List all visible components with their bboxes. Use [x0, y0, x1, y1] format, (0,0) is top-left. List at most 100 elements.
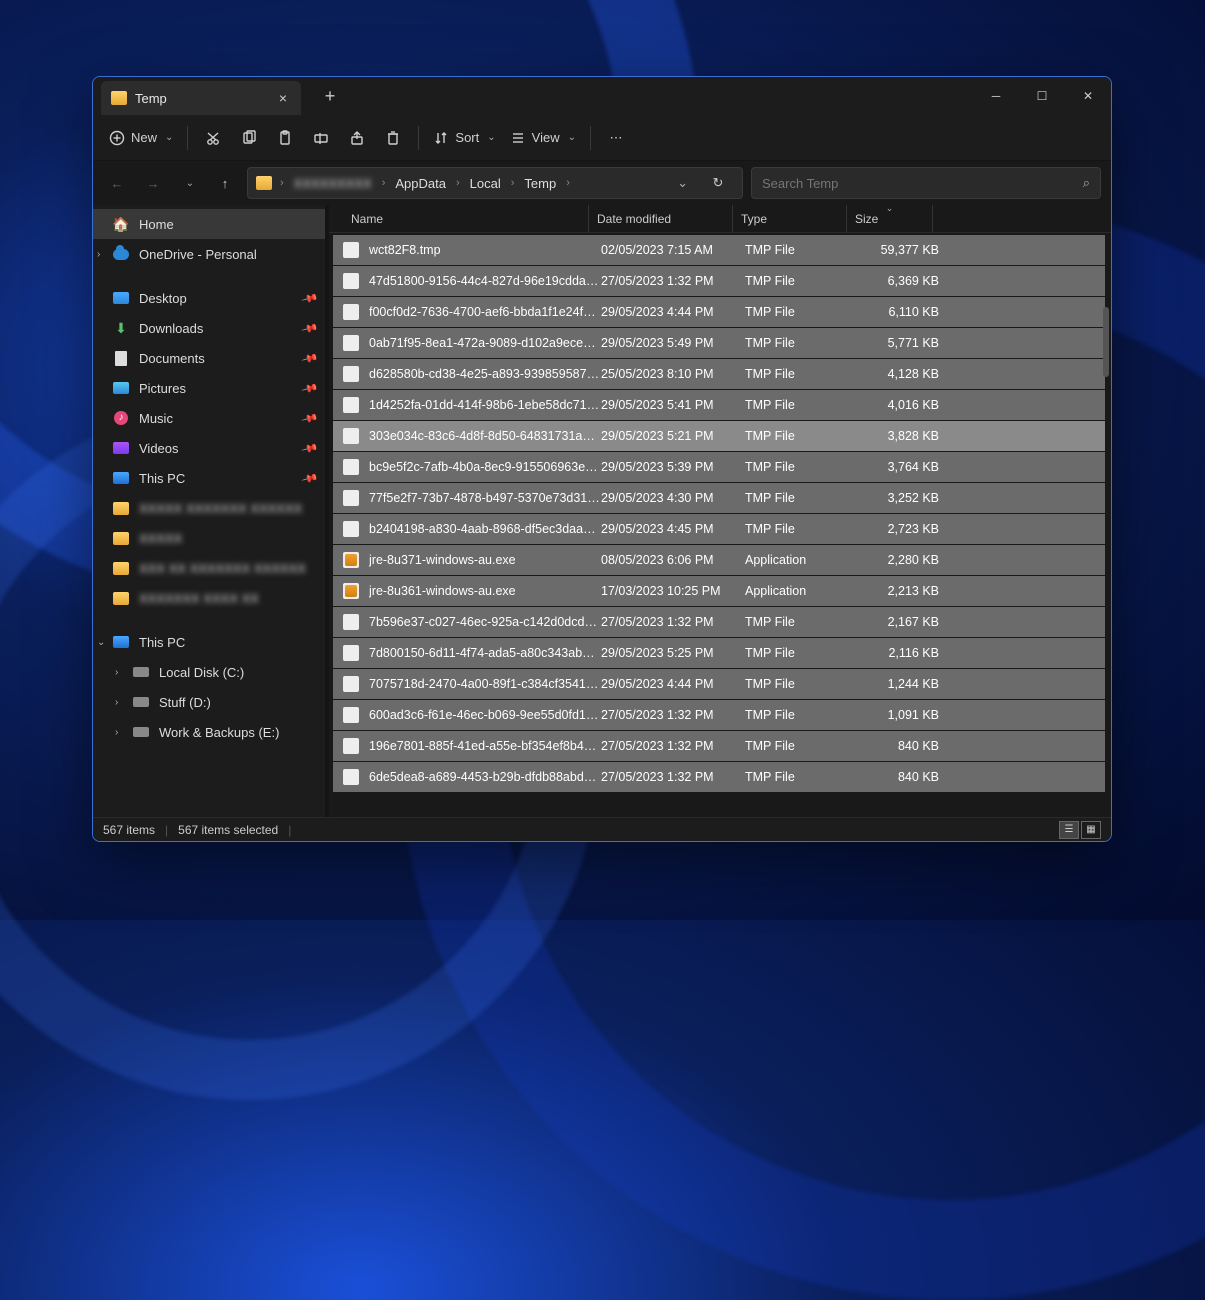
breadcrumb[interactable]: › XXXXXXXXX › AppData › Local › Temp › ⌄… [247, 167, 743, 199]
paste-button[interactable] [268, 121, 302, 155]
share-button[interactable] [340, 121, 374, 155]
table-row[interactable]: 7b596e37-c027-46ec-925a-c142d0dcd58a...2… [333, 607, 1105, 637]
nav-back-button[interactable]: ← [103, 169, 131, 197]
new-tab-button[interactable]: + [313, 79, 347, 113]
table-row[interactable]: jre-8u371-windows-au.exe08/05/2023 6:06 … [333, 545, 1105, 575]
cut-button[interactable] [196, 121, 230, 155]
sort-button[interactable]: Sort⌄ [427, 121, 501, 155]
sidebar-item-folder[interactable]: XXXXXXX XXXX XX [93, 583, 325, 613]
file-icon [343, 242, 359, 258]
folder-icon [256, 176, 272, 190]
close-window-button[interactable]: ✕ [1065, 77, 1111, 115]
nav-recent-button[interactable]: ⌄ [175, 169, 203, 197]
table-row[interactable]: 77f5e2f7-73b7-4878-b497-5370e73d3144...2… [333, 483, 1105, 513]
nav-forward-button[interactable]: → [139, 169, 167, 197]
table-row[interactable]: d628580b-cd38-4e25-a893-939859587e9a...2… [333, 359, 1105, 389]
table-row[interactable]: 600ad3c6-f61e-46ec-b069-9ee55d0fd1fc.t..… [333, 700, 1105, 730]
sidebar-item-downloads[interactable]: ⬇Downloads📌 [93, 313, 325, 343]
maximize-button[interactable]: ☐ [1019, 77, 1065, 115]
table-row[interactable]: f00cf0d2-7636-4700-aef6-bbda1f1e24f2.t..… [333, 297, 1105, 327]
navigation-pane[interactable]: 🏠 Home › OneDrive - Personal Desktop📌⬇Do… [93, 205, 325, 817]
refresh-button[interactable]: ↻ [702, 167, 734, 199]
column-type[interactable]: Type [733, 205, 847, 232]
file-icon [343, 459, 359, 475]
chevron-down-icon[interactable]: ⌄ [97, 637, 105, 648]
sidebar-item-videos[interactable]: Videos📌 [93, 433, 325, 463]
sidebar-item-folder[interactable]: XXXXX [93, 523, 325, 553]
icons-view-button[interactable]: ▦ [1081, 821, 1101, 839]
new-button[interactable]: New⌄ [103, 121, 179, 155]
chevron-right-icon[interactable]: › [115, 667, 118, 678]
details-view-button[interactable]: ☰ [1059, 821, 1079, 839]
sidebar-item-music[interactable]: ♪Music📌 [93, 403, 325, 433]
rename-icon [313, 130, 329, 146]
column-name[interactable]: Name [343, 205, 589, 232]
table-row[interactable]: bc9e5f2c-7afb-4b0a-8ec9-915506963e1b...2… [333, 452, 1105, 482]
rename-button[interactable] [304, 121, 338, 155]
table-row[interactable]: 196e7801-885f-41ed-a55e-bf354ef8b41a.t..… [333, 731, 1105, 761]
file-date: 29/05/2023 4:44 PM [601, 305, 745, 319]
view-button[interactable]: View⌄ [504, 121, 582, 155]
file-size: 840 KB [859, 770, 939, 784]
search-box[interactable]: ⌕ [751, 167, 1101, 199]
file-name: 0ab71f95-8ea1-472a-9089-d102a9eceb5c... [369, 336, 601, 350]
table-row[interactable]: 1d4252fa-01dd-414f-98b6-1ebe58dc71d8...2… [333, 390, 1105, 420]
table-row[interactable]: 7d800150-6d11-4f74-ada5-a80c343abe0f...2… [333, 638, 1105, 668]
breadcrumb-user[interactable]: XXXXXXXXX [288, 174, 378, 193]
file-date: 29/05/2023 4:45 PM [601, 522, 745, 536]
delete-button[interactable] [376, 121, 410, 155]
chevron-right-icon[interactable]: › [97, 249, 100, 260]
file-name: f00cf0d2-7636-4700-aef6-bbda1f1e24f2.t..… [369, 305, 601, 319]
file-date: 29/05/2023 4:44 PM [601, 677, 745, 691]
table-row[interactable]: 7075718d-2470-4a00-89f1-c384cf354162.t..… [333, 669, 1105, 699]
table-row[interactable]: jre-8u361-windows-au.exe17/03/2023 10:25… [333, 576, 1105, 606]
sidebar-item-drive[interactable]: ›Stuff (D:) [93, 687, 325, 717]
table-row[interactable]: 6de5dea8-a689-4453-b29b-dfdb88abd2c...27… [333, 762, 1105, 792]
application-icon [343, 583, 359, 599]
sidebar-item-home[interactable]: 🏠 Home [93, 209, 325, 239]
close-tab-icon[interactable]: × [279, 90, 287, 106]
sidebar-item-thispc[interactable]: ⌄ This PC [93, 627, 325, 657]
nav-up-button[interactable]: ↑ [211, 169, 239, 197]
sidebar-item-pictures[interactable]: Pictures📌 [93, 373, 325, 403]
table-row[interactable]: 0ab71f95-8ea1-472a-9089-d102a9eceb5c...2… [333, 328, 1105, 358]
file-date: 27/05/2023 1:32 PM [601, 739, 745, 753]
status-selected-count: 567 items selected [178, 823, 278, 837]
breadcrumb-appdata[interactable]: AppData [389, 174, 452, 193]
table-row[interactable]: b2404198-a830-4aab-8968-df5ec3daa183...2… [333, 514, 1105, 544]
table-row[interactable]: 47d51800-9156-44c4-827d-96e19cdda84d...2… [333, 266, 1105, 296]
file-type: TMP File [745, 367, 859, 381]
breadcrumb-temp[interactable]: Temp [518, 174, 562, 193]
file-name: 47d51800-9156-44c4-827d-96e19cdda84d... [369, 274, 601, 288]
chevron-right-icon[interactable]: › [115, 697, 118, 708]
address-dropdown[interactable]: ⌄ [671, 175, 694, 191]
sidebar-item-folder[interactable]: XXXXX XXXXXXX XXXXXX [93, 493, 325, 523]
column-headers: Name Date modified Type ⌄Size [329, 205, 1111, 233]
file-icon [343, 335, 359, 351]
chevron-right-icon[interactable]: › [115, 727, 118, 738]
sidebar-item-onedrive[interactable]: › OneDrive - Personal [93, 239, 325, 269]
pin-icon: 📌 [301, 409, 319, 427]
table-row[interactable]: wct82F8.tmp02/05/2023 7:15 AMTMP File59,… [333, 235, 1105, 265]
file-list[interactable]: wct82F8.tmp02/05/2023 7:15 AMTMP File59,… [329, 233, 1111, 817]
table-row[interactable]: 303e034c-83c6-4d8f-8d50-64831731ad80...2… [333, 421, 1105, 451]
file-type: TMP File [745, 243, 859, 257]
file-icon [343, 676, 359, 692]
breadcrumb-local[interactable]: Local [464, 174, 507, 193]
tab-temp[interactable]: Temp × [101, 81, 301, 115]
sidebar-item-desktop[interactable]: Desktop📌 [93, 283, 325, 313]
search-input[interactable] [762, 176, 1083, 191]
sidebar-item-documents[interactable]: Documents📌 [93, 343, 325, 373]
music-icon: ♪ [114, 411, 128, 425]
vertical-scrollbar[interactable] [1103, 307, 1109, 377]
minimize-button[interactable]: ─ [973, 77, 1019, 115]
more-button[interactable]: ⋯ [599, 121, 633, 155]
sidebar-item-drive[interactable]: ›Local Disk (C:) [93, 657, 325, 687]
column-date[interactable]: Date modified [589, 205, 733, 232]
file-type: TMP File [745, 770, 859, 784]
column-size[interactable]: ⌄Size [847, 205, 933, 232]
sidebar-item-drive[interactable]: ›Work & Backups (E:) [93, 717, 325, 747]
copy-button[interactable] [232, 121, 266, 155]
sidebar-item-folder[interactable]: XXX XX XXXXXXX XXXXXX [93, 553, 325, 583]
sidebar-item-this-pc[interactable]: This PC📌 [93, 463, 325, 493]
